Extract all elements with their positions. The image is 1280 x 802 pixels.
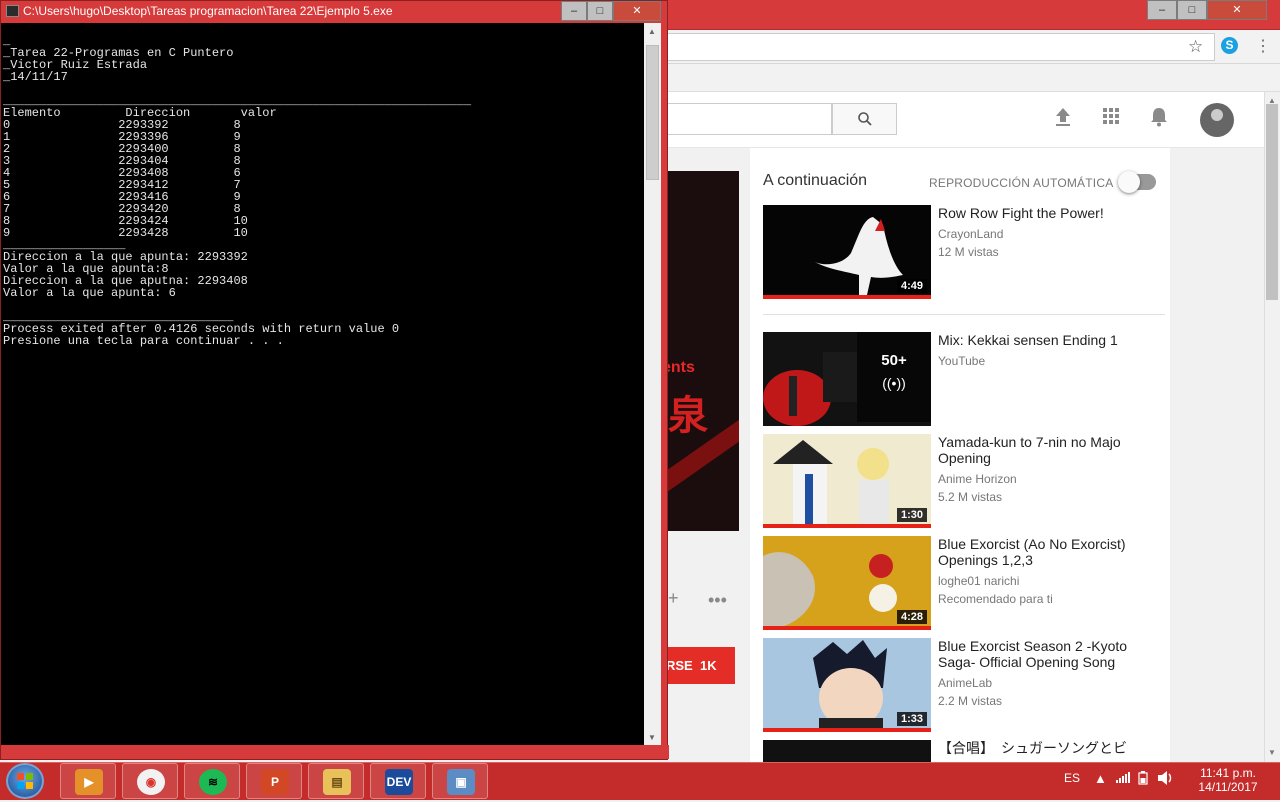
autoplay-toggle[interactable] bbox=[1118, 171, 1156, 193]
video-thumbnail[interactable]: 4:28 bbox=[763, 536, 931, 630]
page-scrollbar-thumb[interactable] bbox=[1266, 104, 1278, 300]
video-views: 2.2 M vistas bbox=[938, 694, 1003, 708]
star-icon[interactable]: ☆ bbox=[1188, 37, 1203, 57]
apps-grid-icon[interactable] bbox=[1097, 107, 1125, 131]
network-icon[interactable] bbox=[1116, 771, 1130, 786]
avatar[interactable] bbox=[1200, 103, 1234, 137]
taskbar-powerpoint-button[interactable]: P bbox=[246, 763, 302, 799]
console-line: Valor a la que apunta: 6 bbox=[3, 286, 176, 300]
video-thumbnail[interactable]: 1:30 bbox=[763, 434, 931, 528]
video-views: 5.2 M vistas bbox=[938, 490, 1003, 504]
video-thumbnail[interactable]: 50+ ((•)) bbox=[763, 332, 931, 426]
skype-icon[interactable]: S bbox=[1221, 37, 1238, 54]
list-item[interactable]: 【合唱】 シュガーソングとビ bbox=[763, 740, 1163, 762]
video-title[interactable]: Blue Exorcist (Ao No Exorcist) Openings … bbox=[938, 536, 1148, 568]
video-thumbnail[interactable] bbox=[763, 740, 931, 762]
video-thumbnail[interactable]: 4:49 bbox=[763, 205, 931, 299]
taskbar-file-explorer-button[interactable]: ▤ bbox=[308, 763, 364, 799]
chrome-maximize-button[interactable]: □ bbox=[1177, 0, 1207, 20]
video-channel[interactable]: loghe01 narichi bbox=[938, 574, 1019, 588]
clock-date: 14/11/2017 bbox=[1198, 780, 1258, 794]
search-button[interactable] bbox=[832, 103, 897, 135]
spotify-icon: ≋ bbox=[199, 769, 227, 795]
notifications-bell-icon[interactable] bbox=[1145, 107, 1173, 133]
console-close-button[interactable]: ✕ bbox=[613, 1, 661, 21]
video-title[interactable]: Row Row Fight the Power! bbox=[938, 205, 1148, 221]
console-line: Presione una tecla para continuar . . . bbox=[3, 334, 284, 348]
up-next-heading: A continuación bbox=[763, 172, 868, 189]
mix-count: 50+ bbox=[881, 352, 907, 369]
autoplay-label: REPRODUCCIÓN AUTOMÁTICA bbox=[929, 176, 1114, 190]
console-scroll-down-arrow[interactable]: ▼ bbox=[648, 733, 656, 742]
console-minimize-button[interactable]: – bbox=[561, 1, 587, 21]
divider bbox=[763, 314, 1165, 315]
language-indicator[interactable]: ES bbox=[1064, 771, 1080, 785]
video-title[interactable]: Blue Exorcist Season 2 -Kyoto Saga- Offi… bbox=[938, 638, 1148, 670]
video-title[interactable]: 【合唱】 シュガーソングとビ bbox=[938, 740, 1148, 756]
console-line: _14/11/17 bbox=[3, 70, 68, 84]
console-line: _Victor Ruiz Estrada bbox=[3, 58, 148, 72]
video-channel[interactable]: Anime Horizon bbox=[938, 472, 1017, 486]
subscriber-count: 1K bbox=[699, 658, 717, 673]
add-to-playlist-icon[interactable]: + bbox=[668, 588, 679, 609]
windows-logo-icon bbox=[17, 773, 33, 789]
video-channel[interactable]: YouTube bbox=[938, 354, 985, 368]
console-app-icon: ▣ bbox=[447, 769, 475, 795]
search-icon bbox=[857, 112, 872, 126]
clock-time: 11:41 p.m. bbox=[1200, 766, 1256, 780]
console-window: C:\Users\hugo\Desktop\Tareas programacio… bbox=[0, 0, 669, 760]
video-duration: 1:33 bbox=[896, 712, 927, 726]
taskbar-spotify-button[interactable]: ≋ bbox=[184, 763, 240, 799]
taskbar-chrome-button[interactable]: ◉ bbox=[122, 763, 178, 799]
video-duration: 4:49 bbox=[896, 279, 927, 293]
video-duration: 1:30 bbox=[896, 508, 927, 522]
video-title[interactable]: Mix: Kekkai sensen Ending 1 bbox=[938, 332, 1148, 348]
video-recommendation: Recomendado para ti bbox=[938, 592, 1053, 606]
upload-icon[interactable] bbox=[1049, 107, 1077, 133]
search-input[interactable] bbox=[640, 103, 832, 135]
volume-icon[interactable] bbox=[1158, 771, 1174, 788]
chrome-minimize-button[interactable]: – bbox=[1147, 0, 1177, 20]
player-overlay-kanji: 泉 bbox=[668, 394, 708, 438]
console-bottom-border bbox=[1, 745, 669, 759]
mix-playlist-icon: ((•)) bbox=[882, 375, 906, 391]
subscribe-label: RSE bbox=[666, 658, 693, 673]
video-views: 12 M vistas bbox=[938, 245, 999, 259]
video-thumbnail[interactable]: 1:33 bbox=[763, 638, 931, 732]
system-clock[interactable]: 11:41 p.m. 14/11/2017 bbox=[1188, 766, 1268, 794]
start-button[interactable] bbox=[6, 763, 44, 799]
console-maximize-button[interactable]: □ bbox=[587, 1, 613, 21]
video-channel[interactable]: AnimeLab bbox=[938, 676, 992, 690]
video-title[interactable]: Yamada-kun to 7-nin no Majo Opening bbox=[938, 434, 1148, 466]
taskbar-dev-cpp-button[interactable]: DEV bbox=[370, 763, 426, 799]
chrome-close-button[interactable]: ✕ bbox=[1207, 0, 1267, 20]
video-duration: 4:28 bbox=[896, 610, 927, 624]
file-explorer-icon: ▤ bbox=[323, 769, 351, 795]
console-output[interactable]: _ _Tarea 22-Programas en C Puntero _Victor… bbox=[1, 23, 644, 745]
menu-icon[interactable]: ⋮ bbox=[1255, 36, 1271, 56]
taskbar-media-player-button[interactable]: ▶ bbox=[60, 763, 116, 799]
more-actions-icon[interactable]: ••• bbox=[708, 590, 727, 611]
battery-icon[interactable] bbox=[1138, 771, 1148, 788]
show-hidden-icons-icon[interactable]: ▲ bbox=[1094, 771, 1107, 786]
video-channel[interactable]: CrayonLand bbox=[938, 227, 1003, 241]
console-scrollbar-thumb[interactable] bbox=[646, 45, 659, 180]
powerpoint-icon: P bbox=[261, 769, 289, 795]
console-scroll-up-arrow[interactable]: ▲ bbox=[648, 27, 656, 36]
taskbar-console-app-button[interactable]: ▣ bbox=[432, 763, 488, 799]
address-bar[interactable] bbox=[660, 33, 1215, 61]
chrome-icon: ◉ bbox=[137, 769, 165, 795]
scroll-down-arrow[interactable]: ▼ bbox=[1268, 748, 1276, 757]
dev-cpp-icon: DEV bbox=[385, 769, 413, 795]
media-player-icon: ▶ bbox=[75, 769, 103, 795]
